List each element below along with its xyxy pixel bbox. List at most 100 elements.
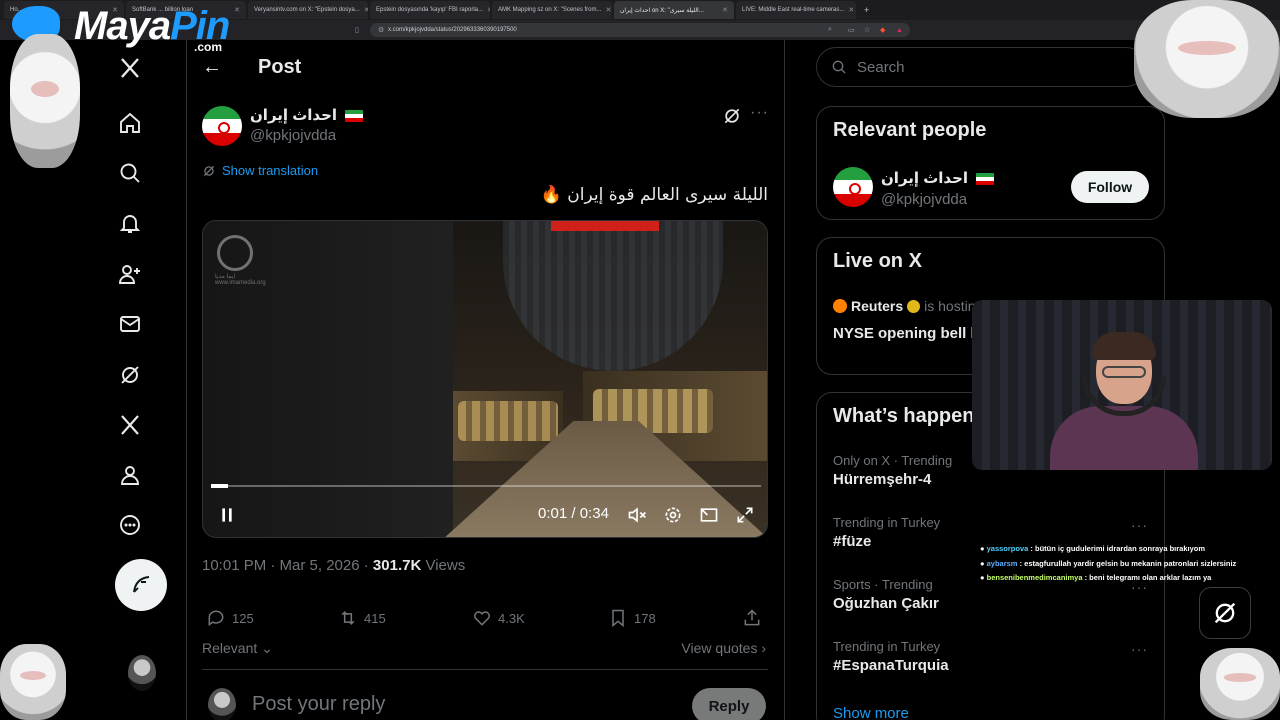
watermark-logo — [217, 235, 253, 271]
relevant-person-avatar[interactable] — [833, 167, 873, 207]
nav-premium[interactable] — [114, 409, 146, 441]
x-logo-icon — [121, 58, 139, 78]
nav-notifications[interactable] — [114, 207, 146, 239]
fullscreen-icon — [737, 507, 753, 523]
pause-icon — [222, 508, 232, 522]
more-options-icon[interactable]: ··· — [1131, 517, 1148, 533]
iran-flag-icon — [345, 110, 364, 123]
webcam-overlay — [972, 300, 1272, 470]
nav-grok[interactable] — [114, 359, 146, 391]
new-tab-button[interactable]: + — [858, 5, 875, 15]
share-icon — [744, 609, 760, 626]
chat-badge-icon: ● — [980, 558, 987, 568]
chat-message: ● bensenibenmedimcanimya : beni telegram… — [980, 573, 1212, 582]
reply-action[interactable]: 125 — [206, 608, 254, 628]
show-translation[interactable]: Show translation — [202, 163, 318, 178]
relevant-person-handle[interactable]: @kpkjojvdda — [881, 191, 967, 208]
reply-button[interactable]: Reply — [692, 688, 766, 720]
author-handle[interactable]: @kpkjojvdda — [250, 127, 336, 144]
search-input[interactable]: Search — [816, 47, 1146, 87]
nav-follow[interactable] — [114, 258, 146, 290]
fullscreen-button[interactable] — [735, 505, 755, 529]
more-options-icon[interactable]: ··· — [1131, 641, 1148, 657]
chat-message: ● aybarsm : estagfurullah yardir gelsin … — [980, 558, 1237, 568]
post-timestamp: 10:01 PM · Mar 5, 2026 · 301.7K Views — [202, 557, 466, 574]
share-action[interactable] — [742, 608, 762, 628]
tab-title: Veryansintv.com on X: "Epstein dosya... — [254, 7, 360, 13]
close-icon[interactable]: ✕ — [722, 6, 728, 14]
reply-input[interactable]: Post your reply — [252, 693, 385, 716]
trend-item[interactable]: Only on X · Trending Hürremşehr-4 — [833, 453, 952, 488]
watermark-text: ایما مدیا www.imamedia.org — [215, 274, 266, 286]
browser-tab[interactable]: Veryansintv.com on X: "Epstein dosya... ✕ — [248, 1, 368, 19]
view-quotes-link[interactable]: View quotes › — [681, 640, 766, 656]
nav-messages[interactable] — [114, 308, 146, 340]
browser-tab[interactable]: LIVE: Middle East real-time cameras... ✕ — [736, 1, 856, 19]
compose-post-button[interactable] — [115, 559, 167, 611]
repost-icon — [341, 611, 355, 625]
nav-home[interactable] — [114, 107, 146, 139]
browser-tab-active[interactable]: احداث إيران on X: "الليلة سيرى... ✕ — [614, 1, 734, 19]
mute-button[interactable] — [627, 505, 647, 529]
views-count: 301.7K — [372, 557, 422, 574]
grok-icon[interactable] — [722, 106, 742, 126]
post-text: الليلة سيرى العالم قوة إيران 🔥 — [540, 185, 768, 205]
video-player[interactable]: ایما مدیا www.imamedia.org 0:01 / 0:34 — [202, 220, 768, 538]
close-icon[interactable]: ✕ — [848, 6, 854, 14]
site-info-icon[interactable]: ⚙ — [378, 26, 384, 34]
reply-icon — [208, 610, 224, 627]
chat-message: ● yassorpova : bütün iç gudulerimi idrar… — [980, 544, 1206, 553]
page-title: Post — [258, 56, 302, 78]
live-host[interactable]: Reuters is hosting — [833, 298, 983, 314]
post-detail: ← Post احداث إيران @kpkjojvdda ··· Show … — [186, 40, 784, 720]
tab-title: احداث إيران on X: "الليلة سيرى... — [620, 7, 704, 14]
close-icon[interactable]: ✕ — [364, 6, 368, 14]
like-action[interactable]: 4.3K — [472, 608, 525, 628]
nav-explore[interactable] — [114, 157, 146, 189]
chevron-right-icon: › — [757, 640, 766, 656]
zoom-icon[interactable]: ⌕ — [828, 26, 832, 34]
share-icon[interactable]: ▭ — [848, 26, 855, 34]
stream-chat: ● yassorpova : bütün iç gudulerimi idrar… — [980, 542, 1280, 586]
pause-button[interactable] — [217, 505, 237, 529]
settings-button[interactable] — [663, 505, 683, 529]
brave-shield-icon[interactable]: ◆ — [880, 26, 885, 34]
account-avatar[interactable] — [128, 655, 156, 691]
cat-sticker — [1134, 0, 1280, 118]
trend-item[interactable]: Sports · Trending Oğuzhan Çakır — [833, 577, 939, 612]
follow-button[interactable]: Follow — [1071, 171, 1149, 203]
more-options-icon[interactable]: ··· — [750, 104, 769, 122]
bookmark-icon[interactable]: ▯ — [355, 26, 359, 34]
nav-profile[interactable] — [114, 459, 146, 491]
chat-badge-icon: ● — [980, 544, 987, 553]
author-name[interactable]: احداث إيران — [250, 106, 364, 124]
rewards-icon[interactable]: ▲ — [896, 27, 903, 34]
relevant-people-card: Relevant people احداث إيران @kpkjojvdda … — [816, 106, 1165, 220]
show-translation-label: Show translation — [222, 163, 319, 178]
video-progress-track[interactable] — [211, 485, 761, 487]
show-more-link[interactable]: Show more — [833, 705, 909, 720]
tab-title: Epstein dosyasında 'kayıp' FBI raporla..… — [376, 7, 484, 13]
back-button[interactable]: ← — [202, 56, 222, 79]
picture-in-picture-button[interactable] — [699, 505, 719, 529]
grok-floating-button[interactable] — [1199, 587, 1251, 639]
browser-tab[interactable]: Epstein dosyasında 'kayıp' FBI raporla..… — [370, 1, 490, 19]
nav-x-logo[interactable] — [114, 52, 146, 84]
browser-tab[interactable]: AMK Mapping sz on X: "Scenes from... ✕ — [492, 1, 612, 19]
volume-muted-icon — [628, 507, 646, 523]
author-avatar[interactable] — [202, 106, 242, 146]
reply-sort-dropdown[interactable]: Relevant ⌄ — [202, 640, 273, 657]
relevant-person-name[interactable]: احداث إيران — [881, 169, 995, 187]
bookmark-star-icon[interactable]: ☆ — [864, 26, 870, 34]
bookmark-action[interactable]: 178 — [608, 608, 656, 628]
chat-badge-icon: ● — [980, 573, 987, 582]
trend-item[interactable]: Trending in Turkey #EspanaTurquia — [833, 639, 949, 674]
feather-icon — [133, 576, 150, 593]
nav-more[interactable] — [114, 509, 146, 541]
url-text: x.com/kpkjojvdda/status/2029633360390197… — [388, 27, 517, 33]
repost-action[interactable]: 415 — [338, 608, 386, 628]
trend-item[interactable]: Trending in Turkey #füze — [833, 515, 940, 550]
close-icon[interactable]: ✕ — [606, 6, 612, 14]
close-icon[interactable]: ✕ — [487, 6, 490, 14]
post-actions: 125 415 4.3K 178 — [202, 608, 768, 628]
